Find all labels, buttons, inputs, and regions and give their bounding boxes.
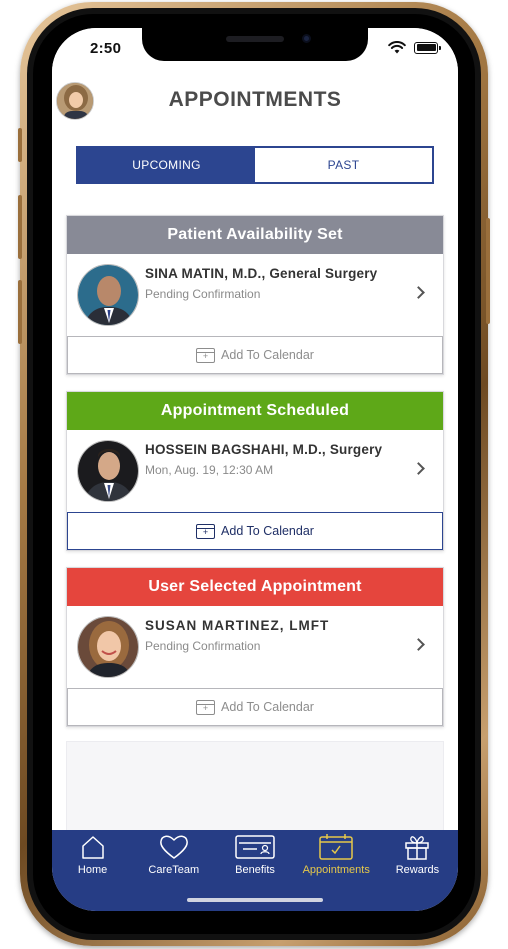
- appointment-status-text: Pending Confirmation: [145, 639, 261, 653]
- calendar-icon: [196, 347, 216, 363]
- chevron-right-icon: [412, 286, 425, 299]
- tab-past[interactable]: PAST: [255, 148, 432, 182]
- tab-rewards[interactable]: Rewards: [377, 830, 458, 911]
- card-icon: [235, 835, 275, 859]
- side-button: [18, 128, 22, 162]
- side-button: [486, 218, 490, 324]
- appointment-card: Patient Availability Set SINA MATIN, M.D…: [66, 215, 444, 375]
- tab-label: CareTeam: [148, 864, 200, 876]
- tab-home[interactable]: Home: [52, 830, 133, 911]
- add-to-calendar-label: Add To Calendar: [221, 524, 314, 538]
- tab-label: Home: [77, 864, 108, 876]
- side-button: [18, 195, 22, 259]
- tab-label: Rewards: [395, 864, 440, 876]
- appointment-card: Appointment Scheduled HOSSEIN BAGSHAHI, …: [66, 391, 444, 551]
- doctor-name: SUSAN MARTINEZ, LMFT: [145, 618, 330, 633]
- wifi-icon: [388, 41, 406, 54]
- front-camera: [302, 34, 311, 43]
- app-screen: 2:50 APPOINTMENTS UPCOMING PAST Patient …: [52, 28, 458, 911]
- appointment-row[interactable]: SINA MATIN, M.D., General Surgery Pendin…: [67, 254, 443, 336]
- appointment-row[interactable]: SUSAN MARTINEZ, LMFT Pending Confirmatio…: [67, 606, 443, 688]
- home-indicator: [187, 898, 323, 902]
- calendar-icon: [196, 523, 216, 539]
- appointment-card: User Selected Appointment SUSAN MARTINEZ…: [66, 567, 444, 727]
- gift-icon: [405, 836, 430, 860]
- status-icons: [388, 41, 441, 54]
- appointment-status-text: Pending Confirmation: [145, 287, 261, 301]
- battery-icon: [414, 41, 441, 54]
- status-time: 2:50: [90, 40, 122, 57]
- loading-card-placeholder: [66, 741, 444, 841]
- tab-label: Benefits: [235, 864, 275, 876]
- appointment-row[interactable]: HOSSEIN BAGSHAHI, M.D., Surgery Mon, Aug…: [67, 430, 443, 512]
- card-status-header: User Selected Appointment: [67, 568, 443, 606]
- add-to-calendar-label: Add To Calendar: [221, 348, 314, 362]
- speaker: [226, 36, 284, 42]
- doctor-name: HOSSEIN BAGSHAHI, M.D., Surgery: [145, 442, 383, 457]
- page-title: APPOINTMENTS: [168, 88, 342, 111]
- side-button: [18, 280, 22, 344]
- card-status-header: Appointment Scheduled: [67, 392, 443, 430]
- add-to-calendar-label: Add To Calendar: [221, 700, 314, 714]
- doctor-photo: [77, 264, 139, 326]
- doctor-photo: [77, 616, 139, 678]
- chevron-right-icon: [412, 462, 425, 475]
- appointment-datetime: Mon, Aug. 19, 12:30 AM: [145, 463, 274, 477]
- add-to-calendar-button[interactable]: Add To Calendar: [67, 336, 443, 374]
- calendar-icon: [196, 699, 216, 715]
- tab-upcoming[interactable]: UPCOMING: [78, 148, 255, 182]
- card-status-header: Patient Availability Set: [67, 216, 443, 254]
- calendar-check-icon: [319, 834, 353, 860]
- tab-label: Appointments: [302, 864, 370, 876]
- chevron-right-icon: [412, 638, 425, 651]
- doctor-name: SINA MATIN, M.D., General Surgery: [145, 266, 378, 281]
- notch: [142, 28, 368, 61]
- appointments-filter: UPCOMING PAST: [76, 146, 434, 184]
- doctor-photo: [77, 440, 139, 502]
- heart-icon: [159, 835, 188, 859]
- add-to-calendar-button[interactable]: Add To Calendar: [67, 512, 443, 550]
- add-to-calendar-button[interactable]: Add To Calendar: [67, 688, 443, 726]
- home-icon: [81, 836, 104, 859]
